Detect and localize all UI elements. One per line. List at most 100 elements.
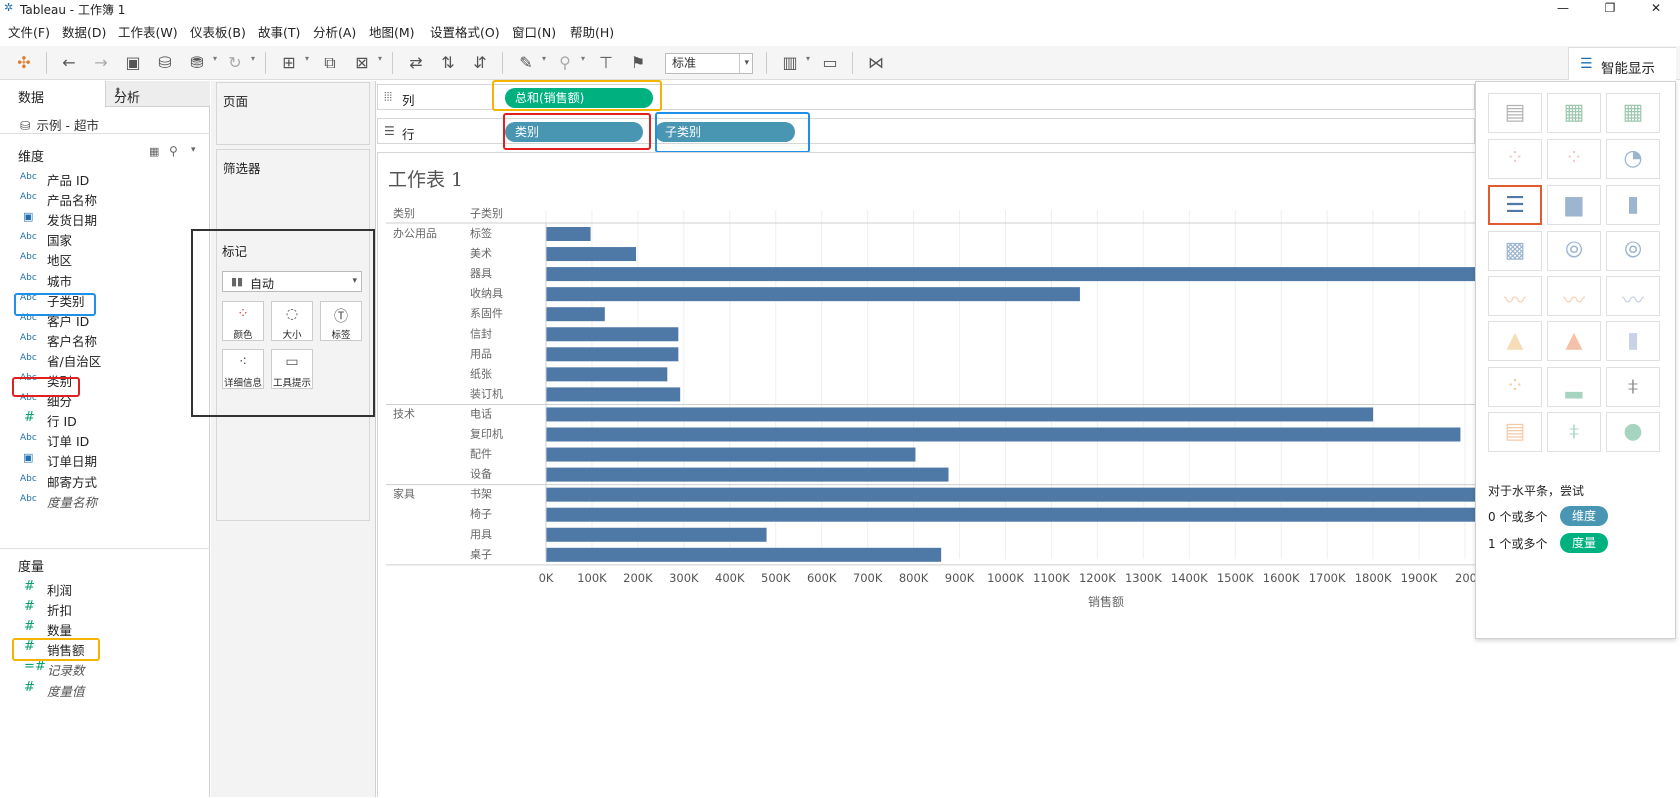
chart-type-thumbnail[interactable]: ▩: [1488, 231, 1542, 271]
field-item[interactable]: # 利润: [20, 578, 200, 598]
datasource-item[interactable]: ⛁ 示例 - 超市: [20, 115, 99, 134]
save-icon[interactable]: ▣: [121, 52, 145, 74]
subcategory-label: 收纳具: [470, 286, 503, 300]
x-tick-label: 100K: [577, 571, 607, 585]
menu-map[interactable]: 地图(M): [369, 22, 415, 41]
chart-type-thumbnail[interactable]: ▤: [1488, 93, 1542, 133]
dimension-requirement: 0 个或多个: [1488, 510, 1548, 524]
field-item[interactable]: Abc 订单 ID: [20, 429, 200, 449]
chart-type-thumbnail[interactable]: ⦾: [1547, 231, 1601, 271]
field-name: 度量名称: [47, 494, 98, 510]
subcategory-label: 美术: [470, 247, 492, 260]
menu-data[interactable]: 数据(D): [62, 22, 106, 41]
chart-type-thumbnail[interactable]: ▤: [1488, 412, 1542, 452]
undo-icon[interactable]: ←: [57, 52, 81, 74]
chart-type-thumbnail[interactable]: ⧧: [1606, 367, 1660, 407]
show-labels-icon[interactable]: ⊤: [594, 52, 618, 74]
tab-data[interactable]: 数据: [0, 81, 105, 107]
menu-format[interactable]: 设置格式(O): [430, 22, 500, 41]
share-icon[interactable]: ⋈: [864, 52, 888, 74]
duplicate-sheet-icon[interactable]: ⧉: [318, 52, 342, 74]
redo-icon[interactable]: →: [89, 52, 113, 74]
chart-type-thumbnail[interactable]: ▮: [1606, 185, 1660, 225]
menu-window[interactable]: 窗口(N): [512, 22, 556, 41]
close-button[interactable]: ✕: [1636, 0, 1676, 17]
pages-card[interactable]: 页面: [216, 82, 370, 145]
chart-type-thumbnail[interactable]: 〰: [1488, 276, 1542, 316]
chart-type-thumbnail[interactable]: 〰: [1606, 276, 1660, 316]
restore-button[interactable]: ❐: [1590, 0, 1630, 17]
chart-type-thumbnail[interactable]: ▦: [1547, 93, 1601, 133]
menu-worksheet[interactable]: 工作表(W): [118, 22, 178, 41]
chart-type-thumbnail[interactable]: ▲: [1488, 321, 1542, 361]
chart-type-thumbnail[interactable]: ⦾: [1606, 231, 1660, 271]
chart-type-thumbnail[interactable]: ⁘: [1547, 139, 1601, 179]
chart-type-thumbnail[interactable]: ☰: [1488, 185, 1542, 225]
field-item[interactable]: Abc 省/自治区: [20, 349, 200, 369]
menu-story[interactable]: 故事(T): [258, 22, 300, 41]
fix-axes-icon[interactable]: ⚑: [626, 52, 650, 74]
sort-ascending-icon[interactable]: ⇅: [436, 52, 460, 74]
highlight-subcategory-field: [14, 293, 96, 316]
field-item[interactable]: Abc 度量名称: [20, 490, 200, 510]
view-list-icon[interactable]: ▦: [149, 145, 159, 158]
search-icon[interactable]: ⚲: [169, 144, 178, 158]
pause-updates-icon[interactable]: ⛃: [185, 52, 209, 74]
presentation-mode-icon[interactable]: ▭: [818, 52, 842, 74]
chart-type-thumbnail[interactable]: 〰: [1547, 276, 1601, 316]
field-item[interactable]: # 行 ID: [20, 409, 200, 429]
chart-type-thumbnail[interactable]: ⁘: [1488, 367, 1542, 407]
group-icon[interactable]: ⚲: [553, 52, 577, 74]
x-tick-label: 1600K: [1263, 571, 1300, 585]
menu-analysis[interactable]: 分析(A): [313, 22, 356, 41]
field-item[interactable]: Abc 邮寄方式: [20, 470, 200, 490]
swap-rows-columns-icon[interactable]: ⇄: [404, 52, 428, 74]
menu-file[interactable]: 文件(F): [8, 22, 50, 41]
tab-analysis[interactable]: 分析 ⬍: [105, 81, 210, 107]
field-item[interactable]: =# 记录数: [20, 658, 200, 678]
subcategory-label: 复印机: [470, 427, 503, 441]
field-item[interactable]: Abc 地区: [20, 248, 200, 268]
subcategory-label: 系固件: [470, 307, 503, 320]
chart-thumbnail-icon: 〰: [1562, 289, 1585, 314]
field-item[interactable]: Abc 产品 ID: [20, 168, 200, 188]
chart-type-thumbnail[interactable]: ●: [1606, 412, 1660, 452]
chart-type-thumbnail[interactable]: ▂: [1547, 367, 1601, 407]
field-item[interactable]: Abc 国家: [20, 228, 200, 248]
chart-type-thumbnail[interactable]: ▮: [1606, 321, 1660, 361]
chart-type-thumbnail[interactable]: ▲: [1547, 321, 1601, 361]
worksheet-view[interactable]: 工作表 1 类别 子类别 办公用品 标签 美术 器具 收纳具 系固件 信封 用品 纸张 装订机 技术 电话…: [377, 152, 1476, 797]
chart-type-thumbnail[interactable]: ◔: [1606, 139, 1660, 179]
number-type-icon: #: [24, 410, 35, 426]
chevron-down-icon[interactable]: ▾: [191, 145, 196, 155]
chart-type-thumbnail[interactable]: ⁘: [1488, 139, 1542, 179]
minimize-button[interactable]: —: [1543, 0, 1583, 17]
bar: [546, 407, 1374, 422]
field-item[interactable]: # 折扣: [20, 598, 200, 618]
new-worksheet-icon[interactable]: ⊞: [277, 52, 301, 74]
number-type-icon: #: [24, 619, 35, 635]
sort-descending-icon[interactable]: ⇵: [468, 52, 492, 74]
show-me-button[interactable]: ☰ 智能显示: [1568, 47, 1676, 80]
menu-help[interactable]: 帮助(H): [570, 22, 614, 41]
refresh-icon[interactable]: ↻: [223, 52, 247, 74]
fit-select[interactable]: 标准 ▾: [665, 53, 753, 74]
show-cards-icon[interactable]: ▥: [778, 52, 802, 74]
field-item[interactable]: # 度量值: [20, 679, 200, 699]
field-item[interactable]: ▣ 订单日期: [20, 449, 200, 469]
chart-type-thumbnail[interactable]: ⧧: [1547, 412, 1601, 452]
field-item[interactable]: Abc 城市: [20, 269, 200, 289]
number-type-icon: =#: [24, 659, 46, 675]
chart-type-thumbnail[interactable]: ▆: [1547, 185, 1601, 225]
highlight-icon[interactable]: ✎: [514, 52, 538, 74]
field-item[interactable]: # 数量: [20, 618, 200, 638]
field-item[interactable]: Abc 产品名称: [20, 188, 200, 208]
menu-dashboard[interactable]: 仪表板(B): [190, 22, 246, 41]
chart-type-thumbnail[interactable]: ▦: [1606, 93, 1660, 133]
field-item[interactable]: Abc 客户名称: [20, 329, 200, 349]
field-item[interactable]: ▣ 发货日期: [20, 208, 200, 228]
tableau-home-icon[interactable]: ✣: [12, 52, 36, 74]
clear-sheet-icon[interactable]: ⊠: [350, 52, 374, 74]
bar: [546, 487, 1476, 502]
new-datasource-icon[interactable]: ⛁: [153, 52, 177, 74]
